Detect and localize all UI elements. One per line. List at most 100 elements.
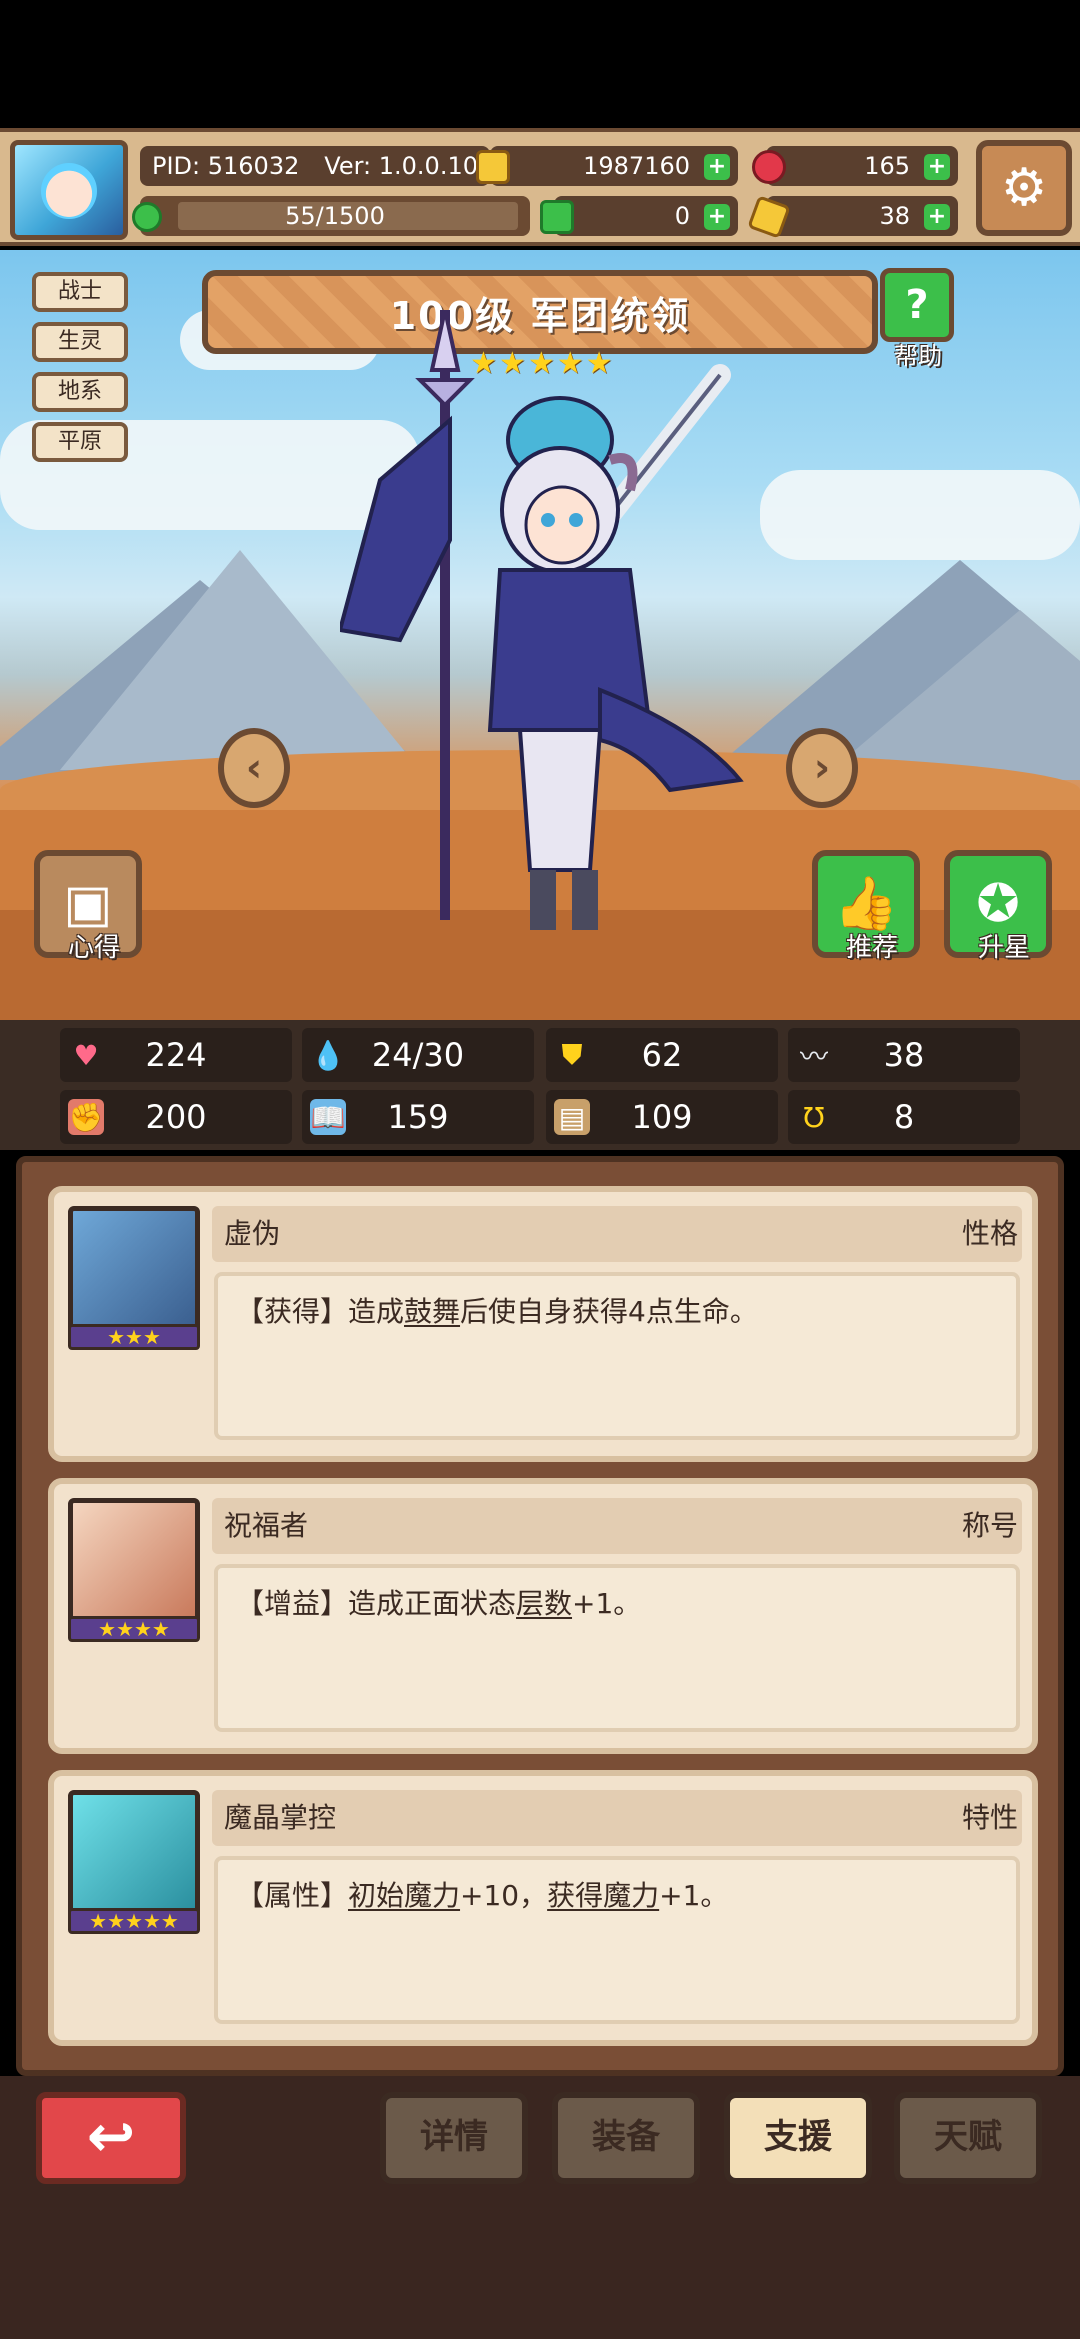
desc-text: 【属性】	[236, 1879, 349, 1912]
stat-luck: Ʊ 8	[788, 1090, 1020, 1144]
star-up-icon: ✪	[976, 874, 1020, 934]
tag-plains[interactable]: 平原	[32, 422, 128, 462]
support-card[interactable]: ★★★ 虚伪 性格 【获得】造成鼓舞后使自身获得4点生命。	[48, 1186, 1038, 1462]
back-arrow-icon: ↩	[86, 2102, 136, 2170]
support-card[interactable]: ★★★★★ 魔晶掌控 特性 【属性】初始魔力+10，获得魔力+1。	[48, 1770, 1038, 2046]
desc-text: +1。	[659, 1879, 729, 1912]
support-description: 【增益】造成正面状态层数+1。	[214, 1564, 1020, 1732]
desc-text: +10，	[460, 1879, 548, 1912]
gear-icon: ⚙	[1000, 158, 1048, 218]
support-type: 性格	[961, 1217, 1018, 1250]
support-portrait	[68, 1498, 200, 1626]
horseshoe-icon: Ʊ	[803, 1100, 825, 1134]
stat-hp: ♥ 224	[60, 1028, 292, 1082]
recommend-label: 推荐	[845, 933, 898, 963]
settings-button[interactable]: ⚙	[976, 140, 1072, 236]
notes-button[interactable]: ▣ 心得	[34, 850, 142, 963]
prev-hero-button[interactable]: ‹	[218, 728, 290, 808]
stat-luck-value: 8	[893, 1098, 915, 1136]
water-drop-icon: 💧	[310, 1038, 346, 1072]
support-type: 特性	[961, 1801, 1018, 1834]
support-card[interactable]: ★★★★ 祝福者 称号 【增益】造成正面状态层数+1。	[48, 1478, 1038, 1754]
star-up-button[interactable]: ✪ 升星	[944, 850, 1052, 963]
stats-panel: ♥ 224 💧 24/30 ⛊ 62 〰 38 ✊ 200 📖 159 ▤ 10…	[0, 1020, 1080, 1150]
book-icon: 📖	[310, 1099, 346, 1135]
stat-magic-value: 159	[387, 1098, 449, 1136]
hero-scene: 战士 生灵 地系 平原 100级 军团统领 ★ ★ ★ ★ ★ ? 帮助 ‹ ›	[0, 250, 1080, 1022]
tab-support[interactable]: 支援	[724, 2092, 872, 2184]
support-portrait	[68, 1790, 200, 1918]
player-avatar[interactable]	[10, 140, 128, 240]
next-hero-button[interactable]: ›	[786, 728, 858, 808]
experience-value: 55/1500	[285, 202, 385, 230]
tab-equipment[interactable]: 装备	[552, 2092, 700, 2184]
stat-speed-value: 38	[883, 1036, 925, 1074]
support-description: 【获得】造成鼓舞后使自身获得4点生命。	[214, 1272, 1020, 1440]
hero-character-sprite	[340, 310, 744, 930]
desc-text: 后使自身获得4点生命。	[460, 1295, 758, 1328]
mountain	[820, 610, 1080, 780]
stat-armor: ▤ 109	[546, 1090, 778, 1144]
keyword-link[interactable]: 初始魔力	[348, 1879, 460, 1912]
clover-counter: 0 +	[540, 196, 738, 236]
desc-text: +1。	[572, 1587, 642, 1620]
desc-text: 【增益】造成正面状态	[236, 1587, 517, 1620]
stat-hp-value: 224	[145, 1036, 207, 1074]
shield-icon: ⛊	[561, 1038, 583, 1071]
support-type: 称号	[961, 1509, 1018, 1542]
stat-attack-value: 200	[145, 1098, 207, 1136]
keyword-link[interactable]: 层数	[516, 1587, 572, 1620]
tag-warrior[interactable]: 战士	[32, 272, 128, 312]
keyword-link[interactable]: 鼓舞	[404, 1295, 460, 1328]
support-name: 虚伪	[212, 1206, 1022, 1262]
key-icon	[747, 195, 791, 239]
player-header: PID: 516032 Ver: 1.0.0.10 55/1500 198716…	[0, 128, 1080, 246]
gold-value: 1987160	[583, 152, 690, 180]
support-name: 祝福者	[212, 1498, 1022, 1554]
stat-mana: 💧 24/30	[302, 1028, 534, 1082]
tag-earth[interactable]: 地系	[32, 372, 128, 412]
player-id: PID: 516032	[152, 152, 300, 180]
gem-counter: 165 +	[752, 146, 958, 186]
tag-creature[interactable]: 生灵	[32, 322, 128, 362]
key-value: 38	[879, 202, 910, 230]
wing-icon: 〰	[799, 1040, 828, 1073]
fist-icon: ✊	[68, 1099, 104, 1135]
support-panel: ★★★ 虚伪 性格 【获得】造成鼓舞后使自身获得4点生命。 ★★★★ 祝福者 称…	[16, 1156, 1064, 2076]
cloud	[760, 470, 1080, 560]
support-stars: ★★★★★	[68, 1908, 200, 1934]
back-button[interactable]: ↩	[36, 2092, 186, 2184]
desc-text: 【获得】造成	[236, 1295, 405, 1328]
thumbs-up-icon: 👍	[833, 874, 899, 934]
stat-armor-value: 109	[631, 1098, 693, 1136]
add-key-button[interactable]: +	[924, 204, 950, 230]
add-gem-button[interactable]: +	[924, 154, 950, 180]
stat-speed: 〰 38	[788, 1028, 1020, 1082]
gem-value: 165	[864, 152, 910, 180]
heart-icon: ♥	[73, 1038, 99, 1072]
clover-value: 0	[674, 202, 690, 230]
notes-icon: ▣	[63, 874, 113, 934]
support-stars: ★★★★	[68, 1616, 200, 1642]
support-description: 【属性】初始魔力+10，获得魔力+1。	[214, 1856, 1020, 2024]
help-button[interactable]: ? 帮助	[880, 268, 960, 370]
tab-talent[interactable]: 天赋	[894, 2092, 1042, 2184]
tab-details[interactable]: 详情	[380, 2092, 528, 2184]
clover-icon	[540, 200, 574, 234]
version-label: Ver: 1.0.0.10	[324, 152, 478, 180]
help-label: 帮助	[894, 342, 942, 370]
stat-defense: ⛊ 62	[546, 1028, 778, 1082]
keyword-link[interactable]: 获得魔力	[547, 1879, 659, 1912]
gold-counter: 1987160 +	[476, 146, 738, 186]
support-name: 魔晶掌控	[212, 1790, 1022, 1846]
notes-label: 心得	[67, 933, 120, 963]
add-clover-button[interactable]: +	[704, 204, 730, 230]
stat-defense-value: 62	[641, 1036, 683, 1074]
add-gold-button[interactable]: +	[704, 154, 730, 180]
stat-mana-value: 24/30	[371, 1036, 465, 1074]
bottom-nav: ↩ 详情 装备 支援 天赋	[0, 2076, 1080, 2339]
level-clover-icon	[132, 202, 162, 232]
recommend-button[interactable]: 👍 推荐	[812, 850, 920, 963]
armor-icon: ▤	[554, 1099, 590, 1135]
stat-attack: ✊ 200	[60, 1090, 292, 1144]
